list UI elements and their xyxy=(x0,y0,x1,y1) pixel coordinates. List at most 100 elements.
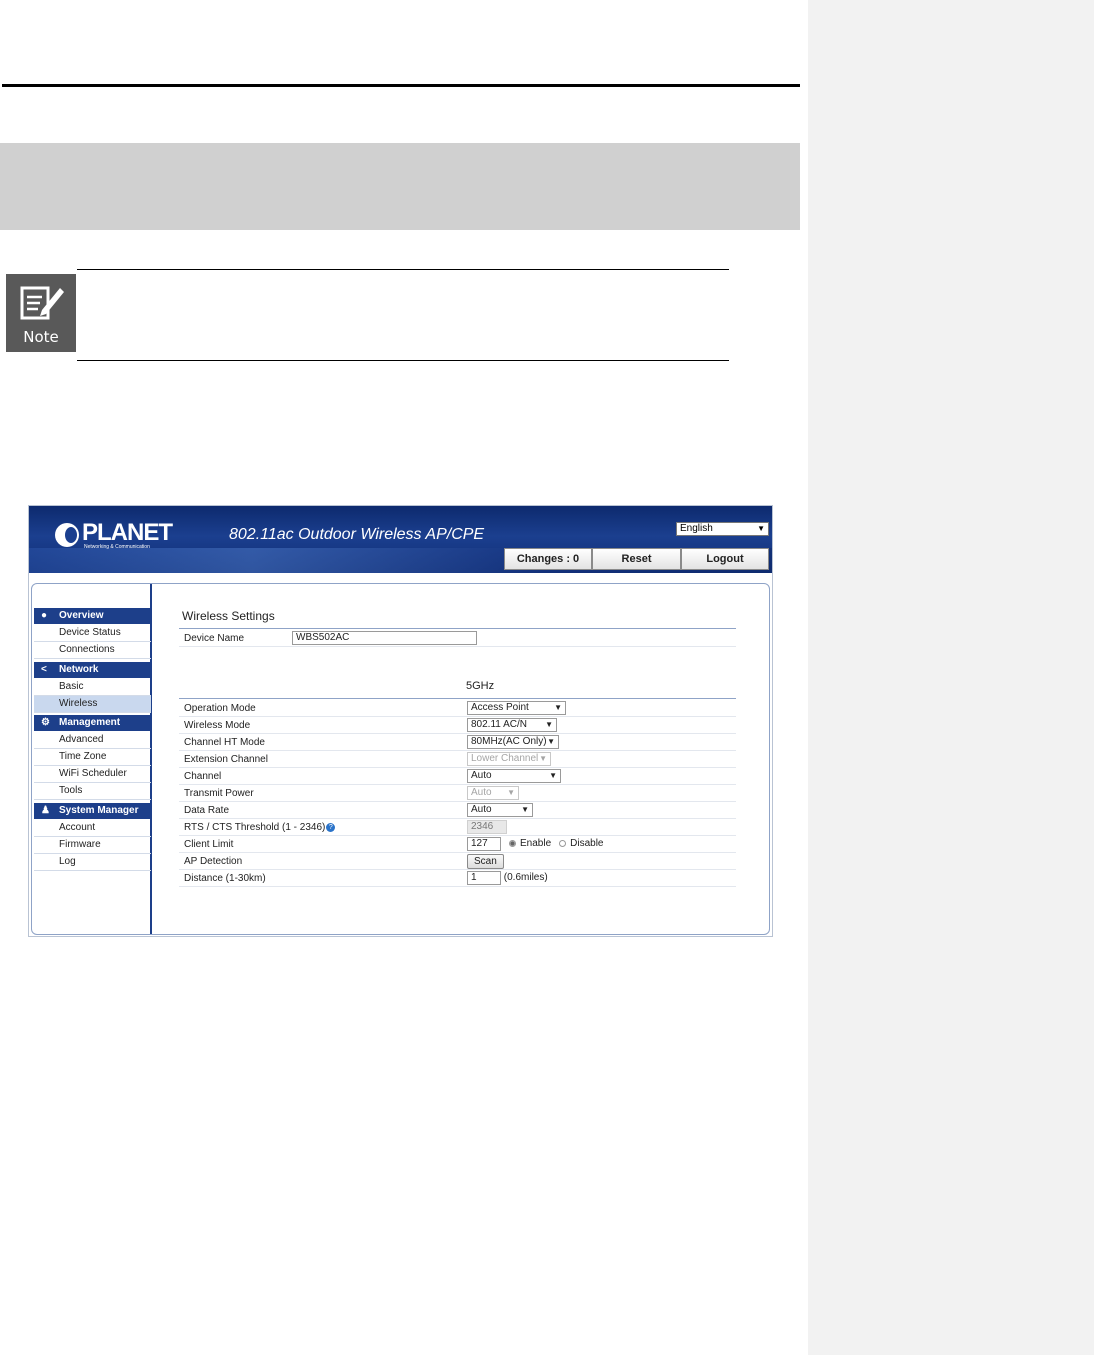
data-rate-row: Data Rate Auto ▼ xyxy=(179,802,736,819)
wireless-mode-select[interactable]: 802.11 AC/N ▼ xyxy=(467,718,557,732)
channel-label: Channel xyxy=(184,771,222,782)
device-ui-screenshot: PLANET Networking & Communication 802.11… xyxy=(28,505,773,937)
logo-tagline: Networking & Communication xyxy=(84,544,150,550)
channel-value: Auto xyxy=(471,770,492,781)
sidebar-item-log[interactable]: Log xyxy=(34,854,151,871)
caret-down-icon: ▼ xyxy=(539,754,547,763)
main-panel: ● Overview Device Status Connections < N… xyxy=(31,583,770,935)
channel-ht-mode-row: Channel HT Mode 80MHz(AC Only) ▼ xyxy=(179,734,736,751)
distance-label: Distance (1-30km) xyxy=(184,873,266,884)
channel-ht-mode-select[interactable]: 80MHz(AC Only) ▼ xyxy=(467,735,559,749)
client-limit-label: Client Limit xyxy=(184,839,234,850)
section-band xyxy=(0,143,800,230)
distance-unit: (0.6miles) xyxy=(503,872,548,883)
planet-logo: PLANET Networking & Communication xyxy=(55,519,173,553)
rts-cts-label-wrap: RTS / CTS Threshold (1 - 2346)? xyxy=(184,822,336,833)
rts-cts-label: RTS / CTS Threshold (1 - 2346) xyxy=(184,822,326,833)
sidebar-item-advanced[interactable]: Advanced xyxy=(34,732,151,749)
sidebar-section-overview[interactable]: ● Overview xyxy=(34,608,151,624)
device-name-label: Device Name xyxy=(184,633,245,644)
disable-radio[interactable] xyxy=(559,839,567,847)
title-rule xyxy=(179,628,736,629)
comment-margin xyxy=(808,0,1094,1355)
page-title: Wireless Settings xyxy=(182,609,275,623)
logo-word: PLANET xyxy=(82,519,173,546)
language-select[interactable]: English ▼ xyxy=(676,522,769,536)
sidebar-section-label: Network xyxy=(59,664,99,675)
note-icon: Note xyxy=(6,274,76,352)
caret-down-icon: ▼ xyxy=(549,771,557,780)
sidebar-item-connections[interactable]: Connections xyxy=(34,642,151,659)
distance-field[interactable]: 1 xyxy=(467,871,501,885)
sidebar-item-tools[interactable]: Tools xyxy=(34,783,151,800)
wireless-settings-content: Wireless Settings Device Name WBS502AC 5… xyxy=(179,584,739,934)
sidebar-item-account[interactable]: Account xyxy=(34,820,151,837)
gear-icon: ⚙ xyxy=(41,717,50,728)
language-value: English xyxy=(680,523,713,534)
caret-down-icon: ▼ xyxy=(507,788,515,797)
device-name-field[interactable]: WBS502AC xyxy=(292,631,477,645)
client-limit-field[interactable]: 127 xyxy=(467,837,501,851)
logout-button[interactable]: Logout xyxy=(681,548,769,570)
client-limit-controls: 127 Enable Disable xyxy=(467,837,604,851)
sidebar-section-network[interactable]: < Network xyxy=(34,662,151,678)
header-rule xyxy=(2,84,800,87)
extension-channel-row: Extension Channel Lower Channel ▼ xyxy=(179,751,736,768)
extension-channel-value: Lower Channel xyxy=(471,753,539,764)
distance-row: Distance (1-30km) 1 (0.6miles) xyxy=(179,870,736,887)
sidebar-section-system-manager[interactable]: ♟ System Manager xyxy=(34,803,151,819)
data-rate-value: Auto xyxy=(471,804,492,815)
wireless-mode-value: 802.11 AC/N xyxy=(471,719,527,730)
user-icon: ♟ xyxy=(41,805,50,816)
share-icon: < xyxy=(41,664,47,675)
operation-mode-value: Access Point xyxy=(471,702,529,713)
note-label: Note xyxy=(23,328,59,346)
caret-down-icon: ▼ xyxy=(545,720,553,729)
channel-ht-mode-value: 80MHz(AC Only) xyxy=(471,736,547,747)
caret-down-icon: ▼ xyxy=(757,524,765,533)
help-icon[interactable]: ? xyxy=(326,822,336,832)
transmit-power-value: Auto xyxy=(471,787,492,798)
extension-channel-select[interactable]: Lower Channel ▼ xyxy=(467,752,551,766)
enable-radio[interactable] xyxy=(509,839,516,847)
rts-cts-row: RTS / CTS Threshold (1 - 2346)? 2346 xyxy=(179,819,736,836)
disable-label: Disable xyxy=(570,838,604,849)
distance-controls: 1 (0.6miles) xyxy=(467,871,548,885)
channel-select[interactable]: Auto ▼ xyxy=(467,769,561,783)
sidebar-item-time-zone[interactable]: Time Zone xyxy=(34,749,151,766)
notepad-pen-icon xyxy=(20,286,64,320)
rts-cts-field[interactable]: 2346 xyxy=(467,820,507,834)
sidebar-section-label: Management xyxy=(59,717,121,728)
sidebar-item-firmware[interactable]: Firmware xyxy=(34,837,151,854)
logo-mark-icon xyxy=(55,523,79,547)
band-rule xyxy=(179,698,736,699)
sidebar-item-wifi-scheduler[interactable]: WiFi Scheduler xyxy=(34,766,151,783)
data-rate-select[interactable]: Auto ▼ xyxy=(467,803,533,817)
client-limit-row: Client Limit 127 Enable Disable xyxy=(179,836,736,853)
reset-button[interactable]: Reset xyxy=(592,548,681,570)
sidebar-section-management[interactable]: ⚙ Management xyxy=(34,715,151,731)
caret-down-icon: ▼ xyxy=(554,703,562,712)
sidebar-item-wireless[interactable]: Wireless xyxy=(34,696,151,713)
sidebar-item-device-status[interactable]: Device Status xyxy=(34,625,151,642)
ap-detection-label: AP Detection xyxy=(184,856,243,867)
operation-mode-row: Operation Mode Access Point ▼ xyxy=(179,700,736,717)
app-title: 802.11ac Outdoor Wireless AP/CPE xyxy=(229,526,485,543)
extension-channel-label: Extension Channel xyxy=(184,754,268,765)
transmit-power-select[interactable]: Auto ▼ xyxy=(467,786,519,800)
operation-mode-select[interactable]: Access Point ▼ xyxy=(467,701,566,715)
scan-button[interactable]: Scan xyxy=(467,854,504,869)
app-header: PLANET Networking & Communication 802.11… xyxy=(29,506,772,573)
wireless-mode-row: Wireless Mode 802.11 AC/N ▼ xyxy=(179,717,736,734)
sidebar-section-label: Overview xyxy=(59,610,104,621)
info-icon: ● xyxy=(41,610,48,621)
ap-detection-row: AP Detection Scan xyxy=(179,853,736,870)
enable-label: Enable xyxy=(520,838,552,849)
sidebar: ● Overview Device Status Connections < N… xyxy=(32,584,152,934)
operation-mode-label: Operation Mode xyxy=(184,703,256,714)
sidebar-item-basic[interactable]: Basic xyxy=(34,679,151,696)
sidebar-section-label: System Manager xyxy=(59,805,139,816)
transmit-power-label: Transmit Power xyxy=(184,788,254,799)
changes-button[interactable]: Changes : 0 xyxy=(504,548,592,570)
transmit-power-row: Transmit Power Auto ▼ xyxy=(179,785,736,802)
